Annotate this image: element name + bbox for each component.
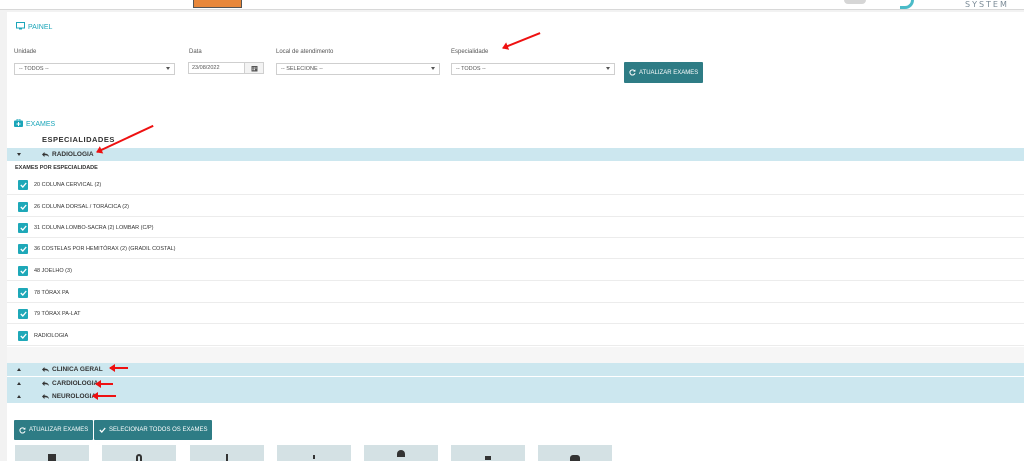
painel-title-label: PAINEL [28,23,53,31]
atualizar-exames-bottom-button[interactable]: ATUALIZAR EXAMES [14,420,94,440]
exam-item-label: 79 TÓRAX PA-LAT [34,311,81,317]
accordion-neurologia[interactable]: NEUROLOGIA [7,390,1024,403]
exam-item-label: RADIOLOGIA [34,333,69,339]
checkbox-checked-icon[interactable] [18,244,28,254]
atualizar-exames-bottom-label: ATUALIZAR EXAMES [29,427,89,433]
especialidade-label: Especialidade [451,49,489,55]
unidade-label: Unidade [14,49,37,55]
checkbox-checked-icon[interactable] [18,180,28,190]
atualizar-exames-top-button[interactable]: ATUALIZAR EXAMES [624,62,704,83]
annotation-arrow-cardiologia [95,380,113,388]
especialidades-heading: ESPECIALIDADES [42,135,115,144]
tile-arrow[interactable] [451,445,525,461]
exam-item[interactable]: 31 COLUNA LOMBO-SACRA (2) LOMBAR (C/P) [7,217,1024,238]
caret-up-icon [17,368,21,371]
unidade-select-value: -- TODOS -- [19,66,49,72]
reply-icon [42,152,49,157]
logo-text: SYSTEM [965,0,1009,9]
caret-up-icon [17,382,21,385]
checkbox-checked-icon[interactable] [18,266,28,276]
orange-tab[interactable] [193,0,242,8]
info-icon [313,455,315,459]
exam-item[interactable]: RADIOLOGIA [7,325,1024,346]
exam-item-label: 20 COLUNA CERVICAL (2) [34,182,102,188]
caret-up-icon [17,395,21,398]
tile-briefcase[interactable] [15,445,89,461]
tile-refresh[interactable] [102,445,176,461]
checkbox-checked-icon[interactable] [18,331,28,341]
check-icon [99,427,106,433]
logo-swoosh-icon [900,0,914,9]
monitor-icon [16,22,25,32]
data-label: Data [189,49,202,55]
data-input-value: 23/08/2022 [192,65,220,71]
exam-item-label: 31 COLUNA LOMBO-SACRA (2) LOMBAR (C/P) [34,225,154,231]
painel-title: PAINEL [16,22,52,32]
annotation-arrow-clinica-geral [109,364,128,372]
reply-icon [42,381,49,386]
especialidade-select-value: -- TODOS -- [456,66,486,72]
accordion-clinica-geral[interactable]: CLINICA GERAL [7,363,1024,376]
caret-down-icon [17,153,21,156]
atualizar-exames-top-label: ATUALIZAR EXAMES [639,69,699,76]
accordion-cardiologia[interactable]: CARDIOLOGIA [7,377,1024,390]
exam-item[interactable]: 78 TÓRAX PA [7,282,1024,303]
calendar-icon [251,65,257,71]
link-icon [226,454,228,461]
checkbox-checked-icon[interactable] [18,309,28,319]
tile-link[interactable] [190,445,264,461]
exames-title-label: EXAMES [26,120,56,128]
chevron-down-icon [166,67,170,70]
refresh-icon [19,426,26,433]
heart-icon [570,455,580,461]
exam-item[interactable]: 79 TÓRAX PA-LAT [7,303,1024,324]
user-icon [397,450,405,457]
unidade-select[interactable]: -- TODOS -- [14,63,175,75]
checkbox-checked-icon[interactable] [18,288,28,298]
briefcase-icon [48,454,56,461]
chevron-down-icon [431,67,435,70]
exam-item[interactable]: 20 COLUNA CERVICAL (2) [7,174,1024,195]
chevron-down-icon [606,67,610,70]
annotation-arrow-neurologia [92,392,116,400]
exam-item[interactable]: 26 COLUNA DORSAL / TORÁCICA (2) [7,196,1024,217]
refresh-icon [629,69,636,76]
reply-icon [42,394,49,399]
exam-item[interactable]: 36 COSTELAS POR HEMITÓRAX (2) (GRADIL CO… [7,238,1024,259]
accordion-cardiologia-label: CARDIOLOGIA [52,380,99,387]
checkbox-checked-icon[interactable] [18,202,28,212]
data-input[interactable]: 23/08/2022 [188,62,245,74]
selecionar-todos-button[interactable]: SELECIONAR TODOS OS EXAMES [94,420,213,440]
selecionar-todos-label: SELECIONAR TODOS OS EXAMES [109,427,208,433]
calendar-button[interactable] [244,62,264,74]
reply-icon [42,367,49,372]
accordion-clinica-geral-label: CLINICA GERAL [52,366,103,373]
local-select[interactable]: -- SELECIONE -- [276,63,440,75]
accordion-radiologia-label: RADIOLOGIA [52,151,94,158]
list-spacer [7,347,1024,363]
especialidade-select[interactable]: -- TODOS -- [451,63,615,75]
exam-item[interactable]: 48 JOELHO (3) [7,260,1024,281]
tile-info[interactable] [277,445,351,461]
medkit-icon [14,118,23,129]
tile-heart[interactable] [538,445,612,461]
logo-grey-shape [844,0,866,4]
accordion-neurologia-label: NEUROLOGIA [52,393,97,400]
accordion-radiologia[interactable]: RADIOLOGIA [7,148,1024,161]
local-label: Local de atendimento [276,49,334,55]
exames-title: EXAMES [14,118,56,129]
local-select-value: -- SELECIONE -- [281,66,323,72]
tile-user[interactable] [364,445,438,461]
exam-item-label: 78 TÓRAX PA [34,290,69,296]
top-bar: SYSTEM [0,0,1024,10]
exam-item-label: 36 COSTELAS POR HEMITÓRAX (2) (GRADIL CO… [34,246,176,252]
exam-item-label: 48 JOELHO (3) [34,268,72,274]
arrow-icon [485,456,491,460]
checkbox-checked-icon[interactable] [18,223,28,233]
exames-subheading: EXAMES POR ESPECIALIDADE [15,165,98,171]
exam-item-label: 26 COLUNA DORSAL / TORÁCICA (2) [34,204,129,210]
refresh-icon [136,454,142,461]
